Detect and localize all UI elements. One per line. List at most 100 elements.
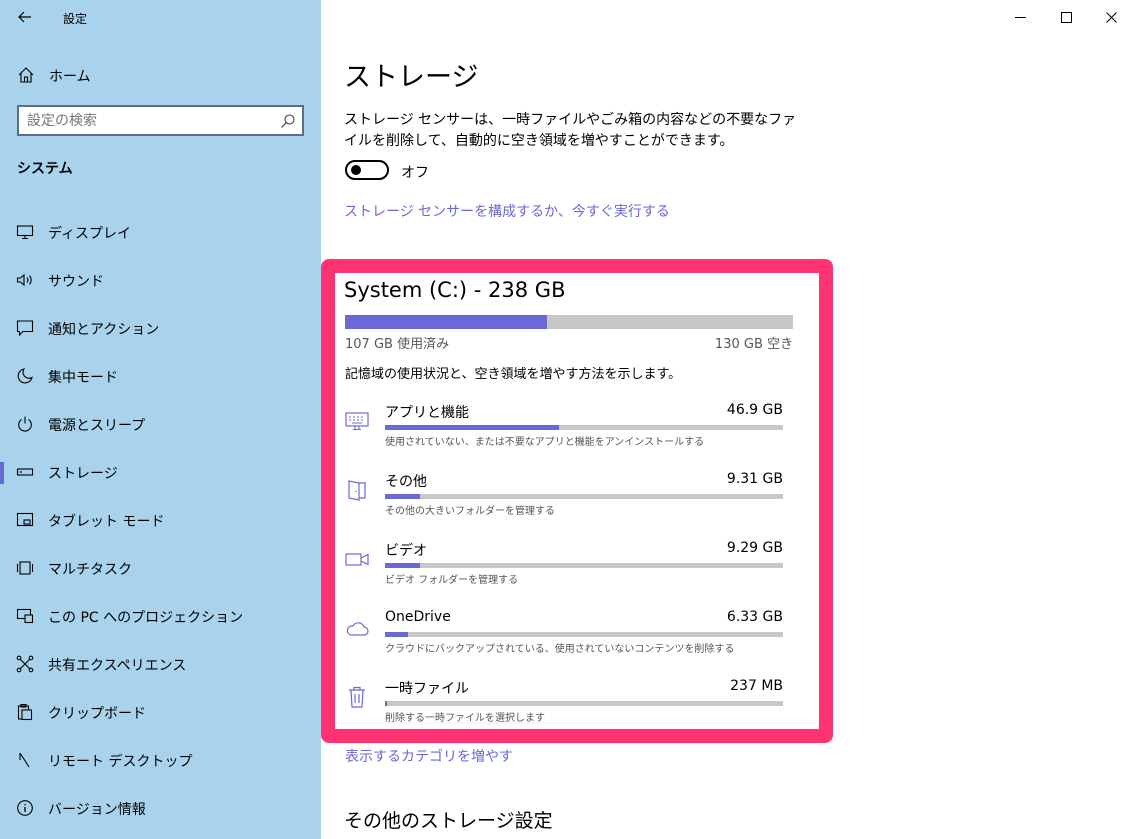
category-subtitle: ビデオ フォルダーを管理する [385,575,519,586]
sidebar-item-notifications[interactable]: 通知とアクション [0,304,321,352]
category-onedrive[interactable]: OneDrive 6.33 GB クラウドにバックアップされている、使用されてい… [345,609,785,669]
main-content: ストレージ ストレージ センサーは、一時ファイルやごみ箱の内容などの不要なファイ… [321,0,1134,839]
sidebar-item-tablet[interactable]: タブレット モード [0,496,321,544]
titlebar-left: 設定 [0,0,321,34]
sidebar-item-about[interactable]: バージョン情報 [0,784,321,832]
category-subtitle: クラウドにバックアップされている、使用されていないコンテンツを削除する [385,644,735,655]
home-icon [18,67,34,83]
used-label: 107 GB 使用済み [345,337,450,352]
sidebar-item-shared[interactable]: 共有エクスペリエンス [0,640,321,688]
sidebar-section-title: システム [17,161,73,177]
category-video[interactable]: ビデオ 9.29 GB ビデオ フォルダーを管理する [345,540,785,600]
sidebar-item-label: ストレージ [48,466,118,482]
trash-icon [349,686,365,708]
display-icon [16,225,34,240]
category-other[interactable]: その他 9.31 GB その他の大きいフォルダーを管理する [345,471,785,531]
multitask-icon [16,561,34,575]
category-subtitle: 削除する一時ファイルを選択します [385,713,545,724]
home-label: ホーム [49,69,91,85]
sidebar: 設定 ホーム システム ディスプレイ サウンド 通知とアクション 集中モード 電… [0,0,321,839]
category-bar [385,701,783,706]
video-icon [345,553,369,566]
category-bar [385,563,783,568]
sidebar-item-display[interactable]: ディスプレイ [0,208,321,256]
cloud-icon [346,622,369,636]
sidebar-item-power[interactable]: 電源とスリープ [0,400,321,448]
maximize-button[interactable] [1043,0,1089,34]
search-icon[interactable] [280,113,296,129]
sidebar-item-label: サウンド [48,274,104,290]
free-label: 130 GB 空き [714,337,793,352]
category-bar-fill [385,425,559,430]
category-name: アプリと機能 [385,405,469,421]
app-title: 設定 [63,12,88,26]
configure-storage-sense-link[interactable]: ストレージ センサーを構成するか、今すぐ実行する [344,201,670,221]
storage-icon [16,468,34,476]
back-arrow-icon [18,11,31,23]
storage-sense-description: ストレージ センサーは、一時ファイルやごみ箱の内容などの不要なファイルを削除して… [344,112,797,149]
drive-title: System (C:) - 238 GB [344,278,566,302]
category-apps[interactable]: アプリと機能 46.9 GB 使用されていない、または不要なアプリと機能をアンイ… [345,402,785,462]
sidebar-item-label: ディスプレイ [48,226,132,242]
sidebar-item-clipboard[interactable]: クリップボード [0,688,321,736]
sidebar-item-sound[interactable]: サウンド [0,256,321,304]
category-subtitle: 使用されていない、または不要なアプリと機能をアンインストールする [385,437,705,448]
other-folder-icon [348,480,366,501]
search-input[interactable] [19,112,269,129]
close-button[interactable] [1088,0,1134,34]
sidebar-item-label: 集中モード [48,370,118,386]
sidebar-item-label: リモート デスクトップ [48,754,193,770]
sidebar-item-remote-desktop[interactable]: リモート デスクトップ [0,736,321,784]
sidebar-item-label: 共有エクスペリエンス [48,658,187,674]
category-subtitle: その他の大きいフォルダーを管理する [385,506,555,517]
sidebar-item-focus[interactable]: 集中モード [0,352,321,400]
category-size: 46.9 GB [726,402,783,418]
sidebar-item-label: マルチタスク [48,562,132,578]
sidebar-item-storage[interactable]: ストレージ [0,448,321,496]
show-more-categories-link[interactable]: 表示するカテゴリを増やす [345,746,513,766]
category-bar-fill [385,563,420,568]
category-bar [385,425,783,430]
category-bar-fill [385,701,387,706]
minimize-icon [1014,16,1026,18]
sidebar-nav: ディスプレイ サウンド 通知とアクション 集中モード 電源とスリープ ストレージ… [0,208,321,832]
moon-icon [17,368,33,384]
category-bar-fill [385,494,420,499]
category-name: 一時ファイル [385,681,469,697]
power-icon [18,416,32,432]
category-name: OneDrive [385,609,451,625]
sidebar-item-label: クリップボード [48,706,146,722]
categories-description: 記憶域の使用状況と、空き領域を増やす方法を示します。 [345,367,682,382]
drive-usage-fill [345,315,547,329]
sidebar-item-multitask[interactable]: マルチタスク [0,544,321,592]
share-icon [16,655,34,673]
category-size: 9.31 GB [726,471,783,487]
category-name: その他 [385,474,427,490]
sidebar-item-label: 通知とアクション [48,322,160,338]
search-box[interactable] [17,105,304,136]
projection-icon [16,608,34,624]
notification-icon [16,320,34,337]
category-temp-files[interactable]: 一時ファイル 237 MB 削除する一時ファイルを選択します [345,678,785,738]
sidebar-item-label: 電源とスリープ [48,418,146,434]
info-icon [17,800,33,816]
category-size: 6.33 GB [726,609,783,625]
sidebar-item-label: タブレット モード [48,514,165,530]
category-size: 237 MB [730,678,783,694]
back-button[interactable] [12,6,38,28]
sidebar-item-projection[interactable]: この PC へのプロジェクション [0,592,321,640]
other-storage-settings-title: その他のストレージ設定 [344,810,553,832]
tablet-icon [16,512,34,527]
minimize-button[interactable] [997,0,1043,34]
storage-sense-toggle[interactable] [345,160,389,180]
drive-usage-bar [345,315,793,329]
close-icon [1105,11,1117,23]
category-bar-fill [385,632,409,637]
category-bar [385,632,783,637]
sidebar-item-label: バージョン情報 [48,802,146,818]
remote-desktop-icon [19,752,30,768]
sidebar-item-home[interactable]: ホーム [0,60,321,88]
page-title: ストレージ [344,62,479,93]
toggle-label: オフ [401,165,429,181]
apps-icon [345,412,369,431]
